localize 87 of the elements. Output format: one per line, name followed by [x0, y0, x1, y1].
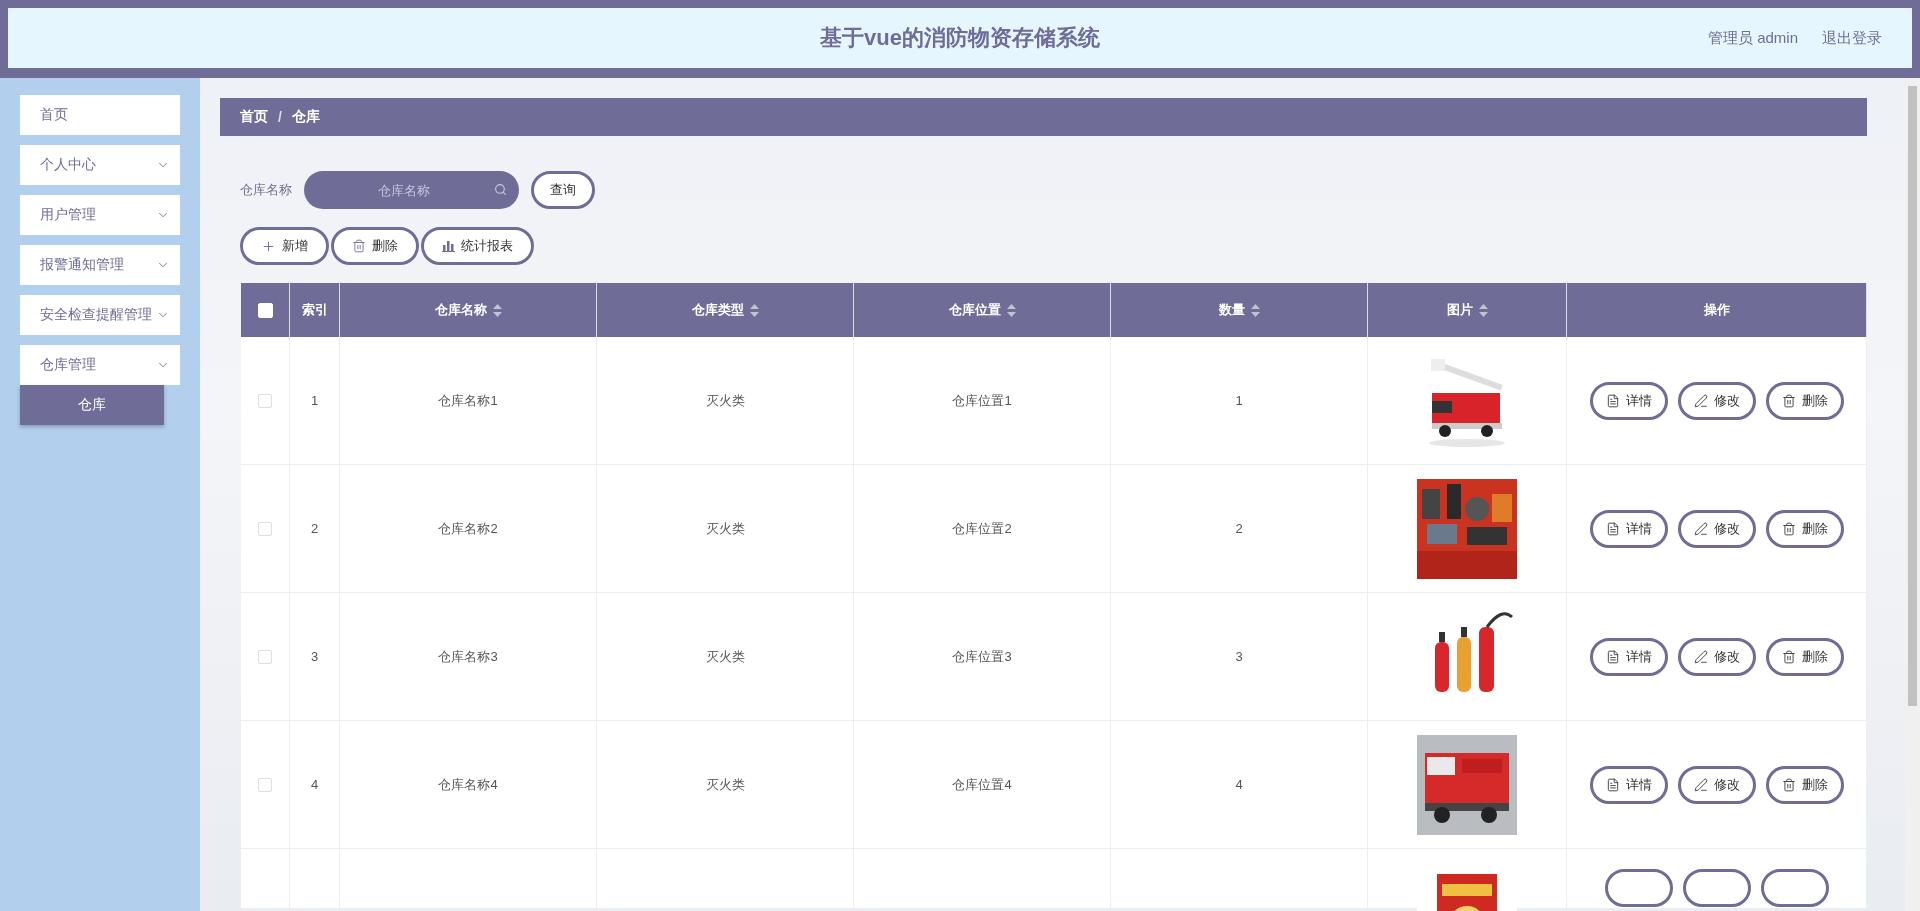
checkbox[interactable] [258, 649, 272, 664]
table-cell: 4 [1235, 777, 1243, 792]
pencil-icon [1693, 649, 1708, 664]
delete-button[interactable]: 删除 [1765, 509, 1844, 548]
header-label: 仓库类型 [691, 301, 744, 319]
pencil-icon [1693, 521, 1708, 536]
delete-button[interactable]: 删除 [1765, 765, 1844, 804]
sort-icon[interactable] [1250, 303, 1260, 317]
plus-icon [261, 238, 276, 254]
table-cell: 4 [310, 777, 319, 792]
detail-button[interactable]: 详情 [1589, 509, 1668, 548]
checkbox[interactable] [258, 777, 272, 792]
logout-link[interactable]: 退出登录 [1822, 28, 1882, 48]
search-icon [494, 183, 507, 196]
table-cell: 仓库位置2 [952, 519, 1012, 538]
table-cell: 仓库名称1 [438, 391, 498, 410]
document-icon [1605, 521, 1620, 536]
detail-button[interactable]: 详情 [1589, 637, 1668, 676]
table-cell: 灭火类 [705, 519, 745, 538]
trash-icon [1781, 393, 1796, 408]
field-label: 仓库名称 [240, 181, 292, 199]
edit-button[interactable]: 修改 [1677, 765, 1756, 804]
delete-button[interactable]: 删除 [1765, 637, 1844, 676]
header-label: 数量 [1218, 301, 1245, 319]
table-cell: 2 [1235, 521, 1243, 536]
delete-button[interactable]: 删除 [1765, 381, 1844, 420]
checkbox[interactable] [258, 393, 272, 408]
search-field[interactable]: 仓库名称 [304, 171, 519, 209]
table-cell: 3 [310, 649, 319, 664]
table-cell: 2 [310, 521, 319, 536]
row-button[interactable] [1760, 869, 1829, 907]
menu-item[interactable]: 个人中心 [20, 145, 180, 185]
table-cell: 仓库位置4 [952, 775, 1012, 794]
sort-icon[interactable] [1478, 303, 1488, 317]
edit-button[interactable]: 修改 [1677, 509, 1756, 548]
header-label: 索引 [301, 301, 328, 319]
submenu-item[interactable]: 仓库 [20, 385, 164, 425]
trash-icon [1781, 649, 1796, 664]
pencil-icon [1693, 777, 1708, 792]
app-title: 基于vue的消防物资存储系统 [820, 24, 1100, 52]
table-cell: 仓库名称4 [438, 775, 498, 794]
menu-item[interactable]: 首页 [20, 95, 180, 135]
table-cell: 灭火类 [705, 775, 745, 794]
user-label: 管理员 admin [1707, 28, 1798, 48]
row-button[interactable] [1604, 869, 1673, 907]
menu-item[interactable]: 仓库管理 [20, 345, 180, 385]
sort-icon[interactable] [492, 303, 502, 317]
detail-button[interactable]: 详情 [1589, 765, 1668, 804]
edit-button[interactable]: 修改 [1677, 381, 1756, 420]
trash-icon [352, 239, 366, 253]
sort-icon[interactable] [749, 303, 759, 317]
checkbox[interactable] [258, 521, 272, 536]
scrollbar-thumb[interactable] [1908, 86, 1917, 706]
header-label: 操作 [1703, 301, 1730, 319]
document-icon [1605, 393, 1620, 408]
row-button[interactable] [1682, 869, 1751, 907]
breadcrumb-separator: / [278, 109, 282, 125]
breadcrumb-item[interactable]: 仓库 [291, 108, 320, 126]
table-cell: 1 [310, 393, 319, 408]
detail-button[interactable]: 详情 [1589, 381, 1668, 420]
menu-item[interactable]: 安全检查提醒管理 [20, 295, 180, 335]
document-icon [1605, 777, 1620, 792]
edit-button[interactable]: 修改 [1677, 637, 1756, 676]
trash-icon [1781, 777, 1796, 792]
bar-chart-icon [442, 240, 455, 252]
table-cell: 灭火类 [705, 391, 745, 410]
header-label: 仓库名称 [434, 301, 487, 319]
trash-icon [1781, 521, 1796, 536]
table-cell: 仓库名称3 [438, 647, 498, 666]
report-button[interactable]: 统计报表 [421, 227, 534, 265]
table-cell: 仓库名称2 [438, 519, 498, 538]
table-cell: 仓库位置1 [952, 391, 1012, 410]
delete-button[interactable]: 删除 [331, 227, 419, 265]
header-label: 图片 [1446, 301, 1473, 319]
table-cell: 1 [1235, 393, 1243, 408]
query-button[interactable]: 查询 [531, 171, 595, 209]
pencil-icon [1693, 393, 1708, 408]
header-label: 仓库位置 [948, 301, 1001, 319]
table-cell: 3 [1235, 649, 1243, 664]
sort-icon[interactable] [1006, 303, 1016, 317]
document-icon [1605, 649, 1620, 664]
menu-item[interactable]: 报警通知管理 [20, 245, 180, 285]
table-cell: 灭火类 [705, 647, 745, 666]
menu-item[interactable]: 用户管理 [20, 195, 180, 235]
breadcrumb-item[interactable]: 首页 [240, 108, 268, 126]
table-cell: 仓库位置3 [952, 647, 1012, 666]
add-button[interactable]: 新增 [240, 227, 329, 265]
